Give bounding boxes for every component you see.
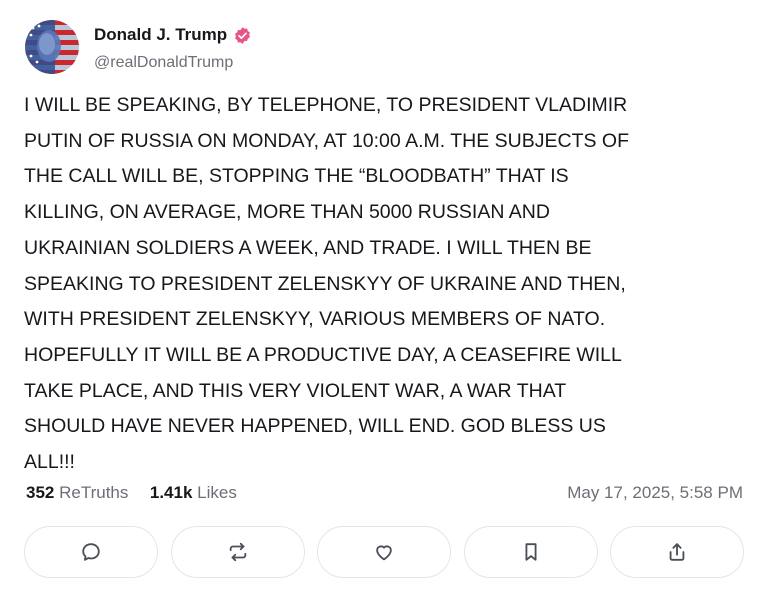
post-body-text: I WILL BE SPEAKING, BY TELEPHONE, TO PRE… (24, 94, 630, 474)
heart-icon (376, 545, 392, 561)
likes-count[interactable]: 1.41k (150, 483, 193, 502)
display-name[interactable]: Donald J. Trump (94, 25, 227, 45)
comment-bubble-icon (82, 543, 100, 561)
retruths-count[interactable]: 352 (26, 483, 54, 502)
bookmark-icon (525, 543, 537, 561)
reply-button[interactable] (24, 526, 158, 578)
bookmark-button[interactable] (464, 526, 598, 578)
post-card: Donald J. Trump @realDonaldTrump I WILL … (0, 0, 761, 594)
share-upload-icon (669, 543, 685, 561)
avatar-image (25, 20, 79, 74)
retruths-label[interactable]: ReTruths (59, 483, 128, 502)
verified-badge-icon (233, 26, 252, 45)
action-bar (24, 526, 744, 578)
engagement-stats: 352 ReTruths 1.41k Likes (26, 482, 237, 504)
retruth-button[interactable] (171, 526, 305, 578)
avatar[interactable] (25, 20, 79, 74)
display-name-row[interactable]: Donald J. Trump (94, 25, 252, 45)
share-button[interactable] (610, 526, 744, 578)
likes-label[interactable]: Likes (197, 483, 237, 502)
post-timestamp[interactable]: May 17, 2025, 5:58 PM (567, 482, 743, 504)
like-button[interactable] (317, 526, 451, 578)
handle[interactable]: @realDonaldTrump (94, 53, 233, 73)
retruth-arrows-icon (229, 542, 247, 562)
